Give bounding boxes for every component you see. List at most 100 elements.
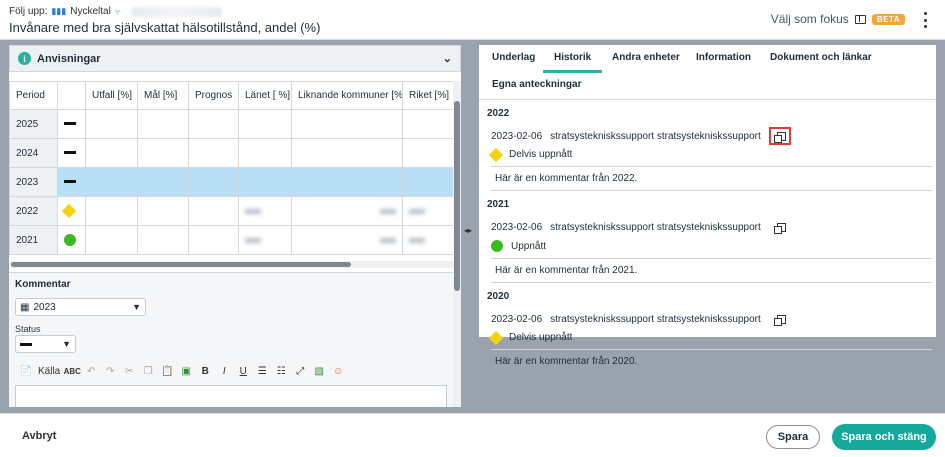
col-prognos[interactable]: Prognos (188, 81, 239, 110)
liknande-cell (291, 196, 403, 226)
history-year: 2021 (487, 199, 510, 210)
table-row[interactable]: 2022 (9, 196, 454, 226)
prognos-cell[interactable] (188, 109, 239, 139)
source-button[interactable]: Källa (38, 366, 60, 377)
history-status: Delvis uppnått (509, 332, 573, 343)
follow-label: Följ upp: (9, 6, 48, 17)
bold-icon[interactable]: B (198, 364, 212, 378)
table-header-row: Period Utfall [%] Mål [%] Prognos Länet … (9, 81, 454, 110)
scrollbar-thumb[interactable] (11, 262, 351, 267)
prognos-cell[interactable] (188, 138, 239, 168)
mal-cell[interactable] (137, 225, 189, 255)
italic-icon[interactable]: I (217, 364, 231, 378)
partial-status-icon (61, 203, 77, 218)
beta-badge: BETA (871, 13, 905, 25)
no-status-icon (64, 180, 76, 184)
maximize-icon[interactable]: ⤢ (293, 364, 307, 378)
tab-andra-enheter[interactable]: Andra enheter (612, 52, 680, 63)
table-row[interactable]: 2025 (9, 109, 454, 139)
image-icon[interactable]: ▨ (312, 364, 326, 378)
vertical-scrollbar[interactable] (453, 81, 461, 407)
status-cell (57, 138, 86, 168)
utfall-cell[interactable] (85, 225, 138, 255)
copy-comment-button[interactable] (769, 218, 791, 236)
history-entry: 2023-02-06 stratsystekniskssupport strat… (487, 127, 932, 191)
tab-egna-anteckningar[interactable]: Egna anteckningar (492, 79, 581, 90)
tab-historik[interactable]: Historik (543, 52, 603, 73)
mal-cell[interactable] (137, 196, 189, 226)
tab-dokument[interactable]: Dokument och länkar (770, 52, 872, 63)
history-date: 2023-02-06 (491, 221, 543, 233)
source-icon[interactable]: 📄 (19, 364, 33, 378)
status-cell (57, 167, 86, 197)
liknande-cell (291, 225, 403, 255)
cut-icon[interactable]: ✂ (122, 364, 136, 378)
redo-icon[interactable]: ↷ (103, 364, 117, 378)
prognos-cell[interactable] (188, 167, 239, 197)
riket-cell (402, 196, 454, 226)
chevron-down-icon: ▼ (62, 339, 71, 349)
table-row-selected[interactable]: 2023 (9, 167, 454, 197)
riket-cell (402, 138, 454, 168)
numbered-list-icon[interactable]: ☰ (255, 364, 269, 378)
history-entry: 2023-02-06 stratsystekniskssupport strat… (487, 218, 932, 283)
status-cell (57, 225, 86, 255)
more-options-icon[interactable] (919, 12, 931, 28)
tab-underlag[interactable]: Underlag (492, 52, 535, 63)
copy-comment-button[interactable] (769, 310, 791, 328)
spellcheck-icon[interactable]: ABC (64, 364, 81, 378)
history-year: 2020 (487, 291, 510, 302)
utfall-cell[interactable] (85, 167, 138, 197)
comment-editor[interactable] (15, 385, 447, 407)
col-lanet[interactable]: Länet [ %] (238, 81, 292, 110)
mal-cell[interactable] (137, 138, 189, 168)
utfall-cell[interactable] (85, 109, 138, 139)
period-cell: 2021 (9, 225, 58, 255)
history-entry: 2023-02-06 stratsystekniskssupport strat… (487, 310, 932, 373)
table-row[interactable]: 2021 (9, 225, 454, 255)
chevron-down-icon: ▼ (132, 302, 141, 312)
save-and-close-button[interactable]: Spara och stäng (832, 424, 936, 450)
undo-icon[interactable]: ↶ (84, 364, 98, 378)
lanet-cell (238, 196, 292, 226)
underline-icon[interactable]: U (236, 364, 250, 378)
col-liknande[interactable]: Liknande kommuner [%] (291, 81, 403, 110)
prognos-cell[interactable] (188, 225, 239, 255)
follow-type[interactable]: Nyckeltal (70, 6, 111, 17)
copy-icon[interactable]: ❐ (141, 364, 155, 378)
no-status-icon (64, 151, 76, 155)
mal-cell[interactable] (137, 109, 189, 139)
copy-comment-button[interactable] (768, 127, 791, 145)
page-title: Invånare med bra självskattat hälsotills… (9, 20, 321, 35)
period-select[interactable]: ▦ 2023 ▼ (15, 298, 146, 316)
status-cell (57, 196, 86, 226)
col-mal[interactable]: Mål [%] (137, 81, 189, 110)
cancel-button[interactable]: Avbryt (22, 430, 56, 442)
col-riket[interactable]: Riket [%] (402, 81, 454, 110)
status-cell (57, 109, 86, 139)
utfall-cell[interactable] (85, 196, 138, 226)
save-button[interactable]: Spara (766, 425, 820, 449)
prognos-cell[interactable] (188, 196, 239, 226)
utfall-cell[interactable] (85, 138, 138, 168)
user-icon[interactable]: ☺ (331, 364, 345, 378)
scrollbar-thumb[interactable] (454, 101, 460, 291)
history-user: stratsystekniskssupport stratsysteknisks… (550, 313, 761, 325)
comment-label: Kommentar (15, 279, 71, 290)
paste-icon[interactable]: 📋 (160, 364, 174, 378)
status-select[interactable]: ▼ (15, 335, 76, 353)
mal-cell[interactable] (137, 167, 189, 197)
bullet-list-icon[interactable]: ☷ (274, 364, 288, 378)
select-focus-button[interactable]: Välj som fokus BETA (771, 12, 905, 26)
select-focus-label: Välj som fokus (770, 12, 849, 26)
period-select-value: 2023 (33, 301, 56, 313)
col-period[interactable]: Period (9, 81, 58, 110)
tab-information[interactable]: Information (696, 52, 751, 63)
splitter-arrows-icon: ◂▸ (464, 226, 473, 235)
panel-splitter[interactable]: ◂▸ (462, 40, 472, 413)
paste-excel-icon[interactable]: ▣ (179, 364, 193, 378)
horizontal-scrollbar[interactable] (9, 261, 453, 268)
table-row[interactable]: 2024 (9, 138, 454, 168)
col-utfall[interactable]: Utfall [%] (85, 81, 138, 110)
anvisningar-accordion[interactable]: i Anvisningar ⌄ (9, 45, 461, 72)
